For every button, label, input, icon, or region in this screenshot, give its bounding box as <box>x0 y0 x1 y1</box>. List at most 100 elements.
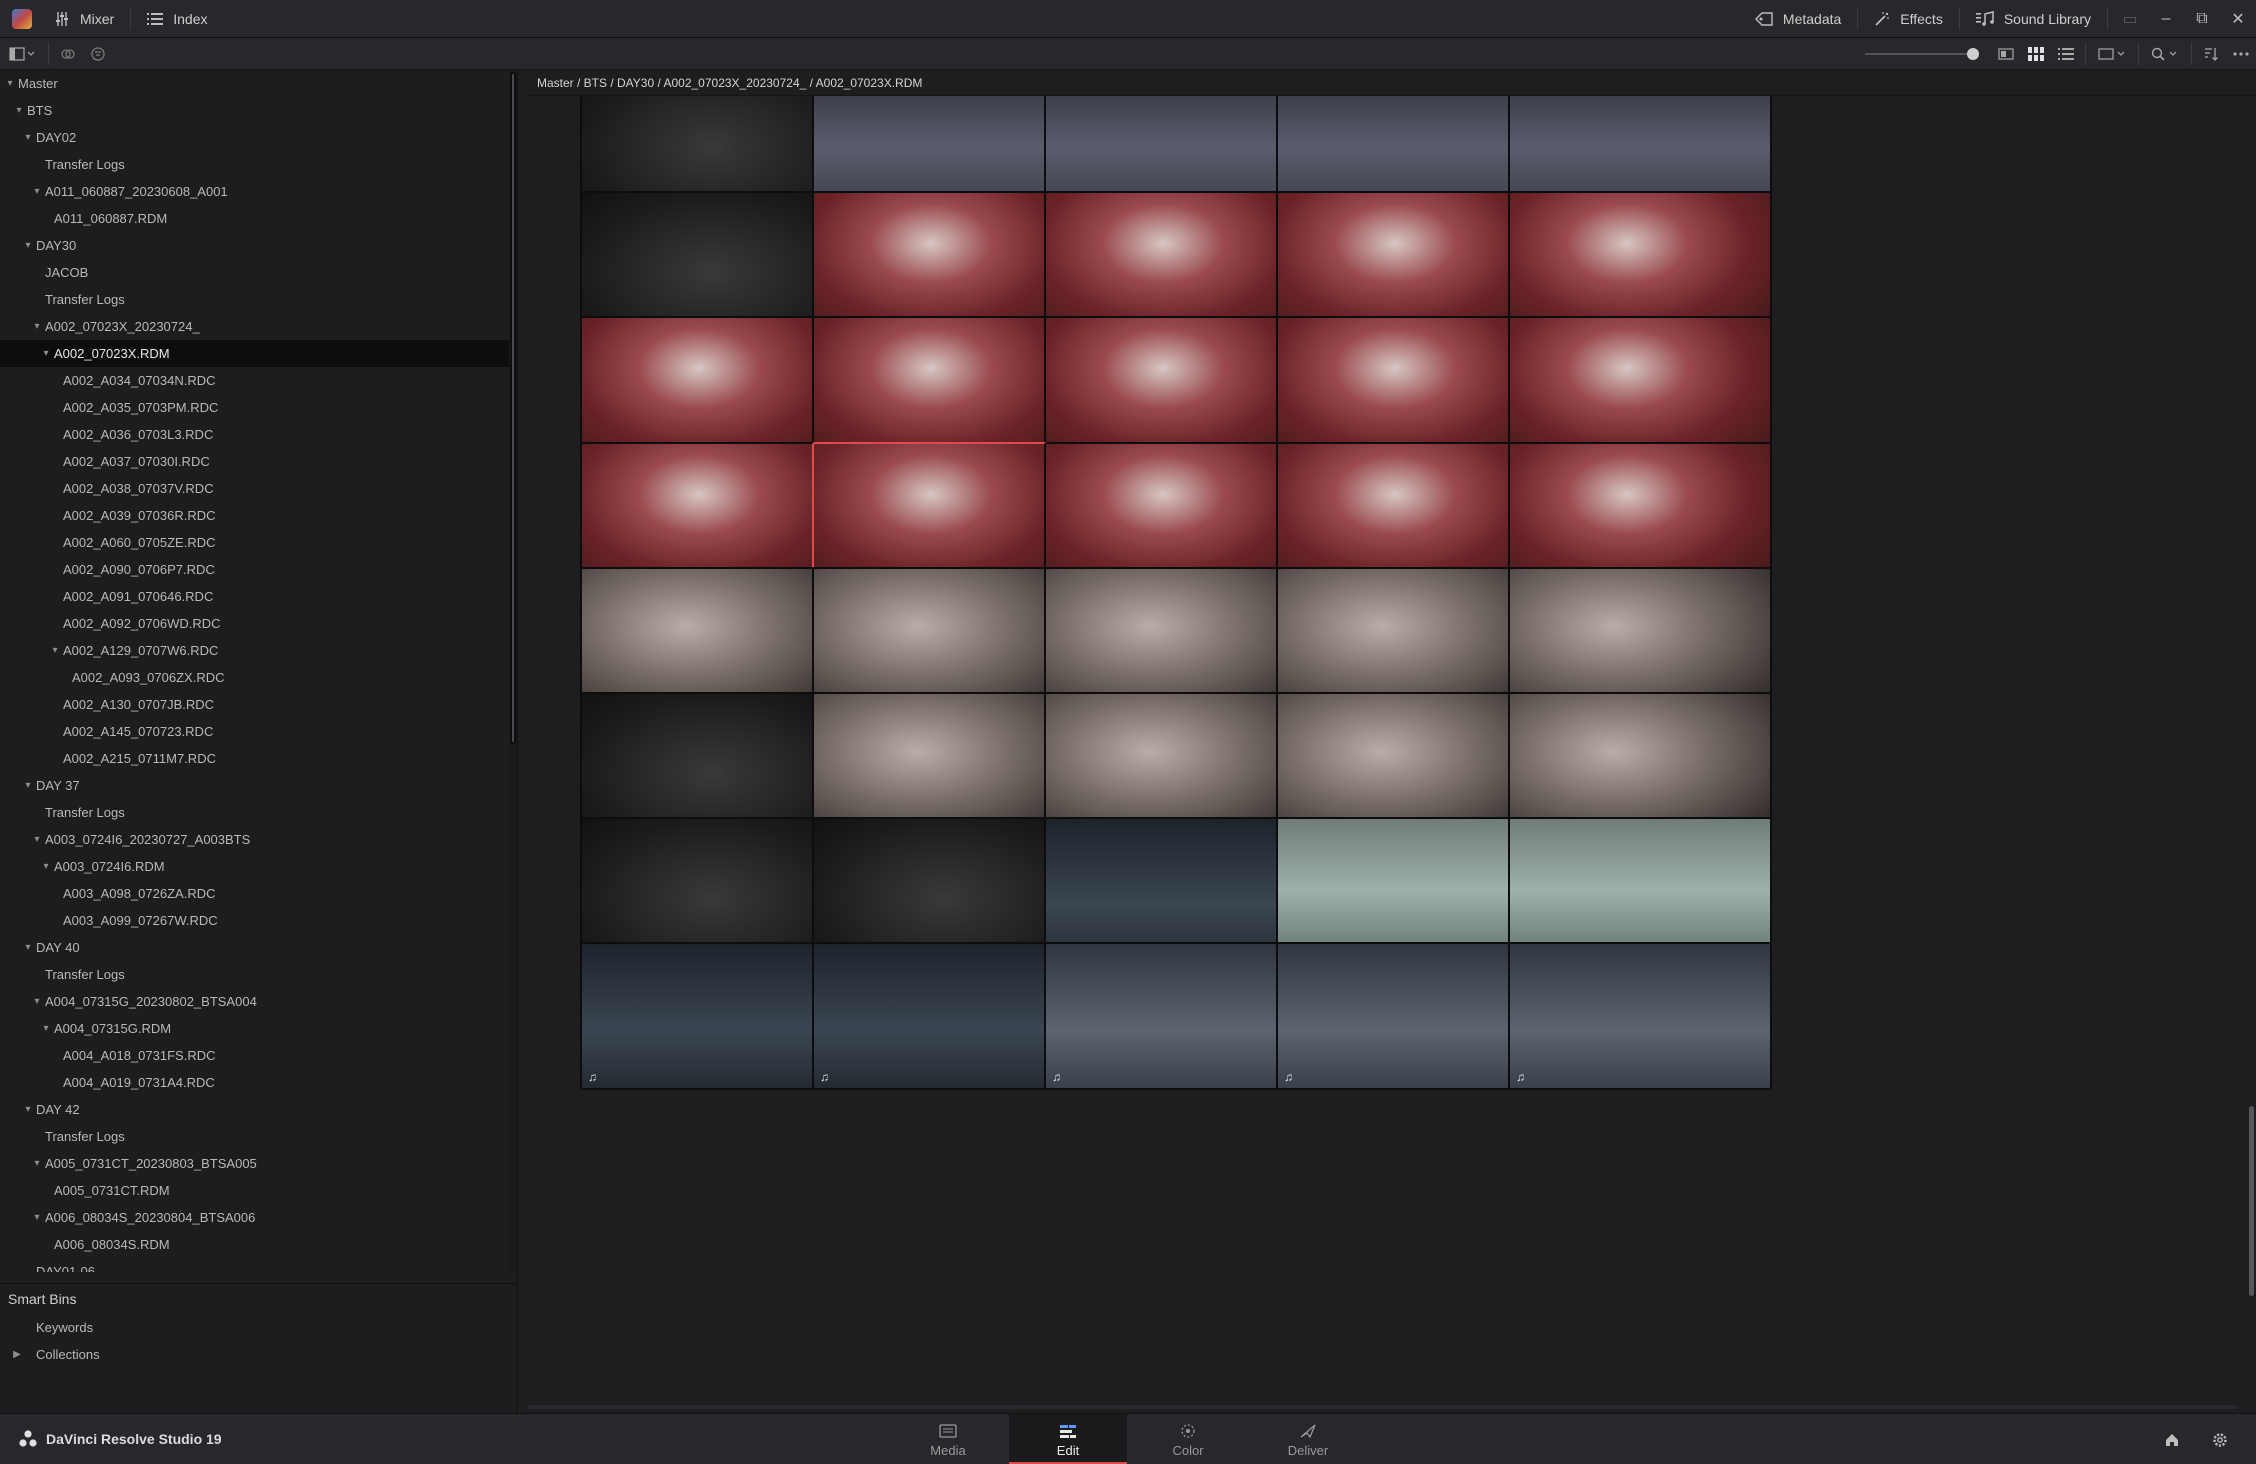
bin-tree-item[interactable]: ▾ A006_08034S_20230804_BTSA006 <box>0 1204 516 1231</box>
metadata-button[interactable]: Metadata <box>1743 0 1853 38</box>
maximize-button[interactable]: ⧉ <box>2184 0 2220 38</box>
bin-tree-scrollbar[interactable] <box>509 70 517 1272</box>
smart-bin-collections[interactable]: ▶ Collections <box>0 1341 516 1368</box>
chevron-down-icon[interactable]: ▾ <box>30 988 44 1015</box>
bin-tree-item[interactable]: A002_A091_070646.RDC <box>0 583 516 610</box>
bin-tree-item[interactable]: ▾ A003_0724I6_20230727_A003BTS <box>0 826 516 853</box>
chevron-down-icon[interactable]: ▾ <box>39 853 53 880</box>
bin-tree-item[interactable]: Transfer Logs <box>0 1123 516 1150</box>
bin-tree-item[interactable]: ▾ A004_07315G.RDM <box>0 1015 516 1042</box>
clip-display-button[interactable] <box>2090 39 2134 69</box>
chevron-down-icon[interactable]: ▾ <box>30 1204 44 1231</box>
bin-tree-item[interactable]: ▾ A002_07023X_20230724_ <box>0 313 516 340</box>
chevron-right-icon[interactable]: ▶ <box>10 1341 24 1368</box>
bin-tree-item[interactable]: ▾ DAY02 <box>0 124 516 151</box>
home-button[interactable] <box>2154 1421 2190 1459</box>
clip-thumbnail-image[interactable]: ♫ <box>1276 942 1540 1090</box>
chevron-down-icon[interactable]: ▾ <box>39 340 53 367</box>
bin-tree-item[interactable]: ▾ DAY 40 <box>0 934 516 961</box>
bin-tree-item[interactable]: ▾ A005_0731CT_20230803_BTSA005 <box>0 1150 516 1177</box>
bin-tree-item[interactable]: A003_A099_07267W.RDC <box>0 907 516 934</box>
filter-button[interactable] <box>83 39 113 69</box>
scrollbar-thumb[interactable] <box>510 72 516 744</box>
chevron-down-icon[interactable]: ▾ <box>21 1096 35 1123</box>
scrollbar-thumb[interactable] <box>2249 1106 2254 1296</box>
bin-tree-item[interactable]: Transfer Logs <box>0 799 516 826</box>
bin-tree-item[interactable]: DAY01-06 <box>0 1258 516 1272</box>
deliver-page-tab[interactable]: Deliver <box>1249 1414 1367 1464</box>
bin-tree-item[interactable]: ▾ A011_060887_20230608_A001 <box>0 178 516 205</box>
bin-tree-item[interactable]: ▾ Master <box>0 70 516 97</box>
bin-tree-item[interactable]: A002_A034_07034N.RDC <box>0 367 516 394</box>
chevron-down-icon[interactable]: ▾ <box>3 70 17 97</box>
clip-grid-scrollbar[interactable] <box>2246 96 2256 1397</box>
bin-tree-item[interactable]: JACOB <box>0 259 516 286</box>
bin-tree-item[interactable]: Transfer Logs <box>0 286 516 313</box>
bin-tree-item[interactable]: ▾ DAY30 <box>0 232 516 259</box>
minimize-button[interactable]: – <box>2148 0 2184 38</box>
bin-tree-item[interactable]: A011_060887.RDM <box>0 205 516 232</box>
settings-button[interactable] <box>2202 1421 2238 1459</box>
bin-tree-item[interactable]: A002_A036_0703L3.RDC <box>0 421 516 448</box>
chevron-down-icon[interactable]: ▾ <box>39 1015 53 1042</box>
clip-thumbnail-image[interactable]: ♫ <box>1508 942 1772 1090</box>
bin-tree-item[interactable]: A002_A130_0707JB.RDC <box>0 691 516 718</box>
chevron-down-icon[interactable]: ▾ <box>12 97 26 124</box>
display-toggle-icon[interactable]: ▭ <box>2112 0 2148 38</box>
chevron-down-icon[interactable]: ▾ <box>30 178 44 205</box>
sound-library-button[interactable]: Sound Library <box>1964 0 2103 38</box>
search-button[interactable] <box>2143 39 2187 69</box>
media-page-tab[interactable]: Media <box>889 1414 1007 1464</box>
chevron-down-icon[interactable]: ▾ <box>21 124 35 151</box>
bin-tree-item[interactable]: A002_A039_07036R.RDC <box>0 502 516 529</box>
bin-tree-item[interactable]: ▾ A002_A129_0707W6.RDC <box>0 637 516 664</box>
bin-tree-item[interactable]: A002_A035_0703PM.RDC <box>0 394 516 421</box>
more-options-button[interactable] <box>2226 39 2256 69</box>
clip-grid-horizontal-scrollbar[interactable] <box>527 1405 2237 1409</box>
sort-button[interactable] <box>2196 39 2226 69</box>
breadcrumb[interactable]: Master / BTS / DAY30 / A002_07023X_20230… <box>527 70 2256 96</box>
close-button[interactable]: ✕ <box>2220 0 2256 38</box>
chevron-down-icon[interactable]: ▾ <box>30 313 44 340</box>
bin-tree-item[interactable]: A002_A215_0711M7.RDC <box>0 745 516 772</box>
bin-tree-item[interactable]: A004_A018_0731FS.RDC <box>0 1042 516 1069</box>
bin-tree-item[interactable]: A002_A060_0705ZE.RDC <box>0 529 516 556</box>
clip-thumbnail-image[interactable]: ♫ <box>580 942 844 1090</box>
bin-tree-item[interactable]: A002_A090_0706P7.RDC <box>0 556 516 583</box>
bin-tree-item[interactable]: ▾ A004_07315G_20230802_BTSA004 <box>0 988 516 1015</box>
bin-tree-item[interactable]: A002_A037_07030I.RDC <box>0 448 516 475</box>
bin-tree-item[interactable]: ▾ A002_07023X.RDM <box>0 340 516 367</box>
list-view-button[interactable] <box>2051 39 2081 69</box>
slider-knob[interactable] <box>1967 47 1979 60</box>
metadata-view-button[interactable] <box>1991 39 2021 69</box>
bin-tree-item[interactable]: A002_A038_07037V.RDC <box>0 475 516 502</box>
panel-layout-button[interactable] <box>0 39 44 69</box>
bin-tree-item[interactable]: A005_0731CT.RDM <box>0 1177 516 1204</box>
edit-page-tab[interactable]: Edit <box>1009 1414 1127 1464</box>
bin-tree-item[interactable]: ▾ DAY 42 <box>0 1096 516 1123</box>
bin-tree-item[interactable]: A002_A093_0706ZX.RDC <box>0 664 516 691</box>
link-button[interactable] <box>53 39 83 69</box>
chevron-down-icon[interactable]: ▾ <box>21 232 35 259</box>
chevron-down-icon[interactable]: ▾ <box>21 772 35 799</box>
smart-bin-keywords[interactable]: Keywords <box>0 1314 516 1341</box>
thumbnail-size-slider[interactable] <box>1865 47 1979 60</box>
chevron-down-icon[interactable]: ▾ <box>30 1150 44 1177</box>
chevron-down-icon[interactable]: ▾ <box>21 934 35 961</box>
bin-tree-item[interactable]: A003_A098_0726ZA.RDC <box>0 880 516 907</box>
index-button[interactable]: Index <box>135 0 219 38</box>
clip-thumbnail-image[interactable]: ♫ <box>1044 942 1308 1090</box>
thumbnail-view-button[interactable] <box>2021 39 2051 69</box>
bin-tree-item[interactable]: ▾ DAY 37 <box>0 772 516 799</box>
bin-tree-item[interactable]: ▾ BTS <box>0 97 516 124</box>
bin-tree-item[interactable]: A002_A145_070723.RDC <box>0 718 516 745</box>
chevron-down-icon[interactable]: ▾ <box>48 637 62 664</box>
bin-tree-item[interactable]: A002_A092_0706WD.RDC <box>0 610 516 637</box>
bin-tree-item[interactable]: Transfer Logs <box>0 961 516 988</box>
mixer-button[interactable]: Mixer <box>42 0 126 38</box>
bin-tree-item[interactable]: A004_A019_0731A4.RDC <box>0 1069 516 1096</box>
color-page-tab[interactable]: Color <box>1129 1414 1247 1464</box>
effects-button[interactable]: Effects <box>1862 0 1955 38</box>
chevron-down-icon[interactable]: ▾ <box>30 826 44 853</box>
clip-thumbnail-image[interactable]: ♫ <box>812 942 1076 1090</box>
